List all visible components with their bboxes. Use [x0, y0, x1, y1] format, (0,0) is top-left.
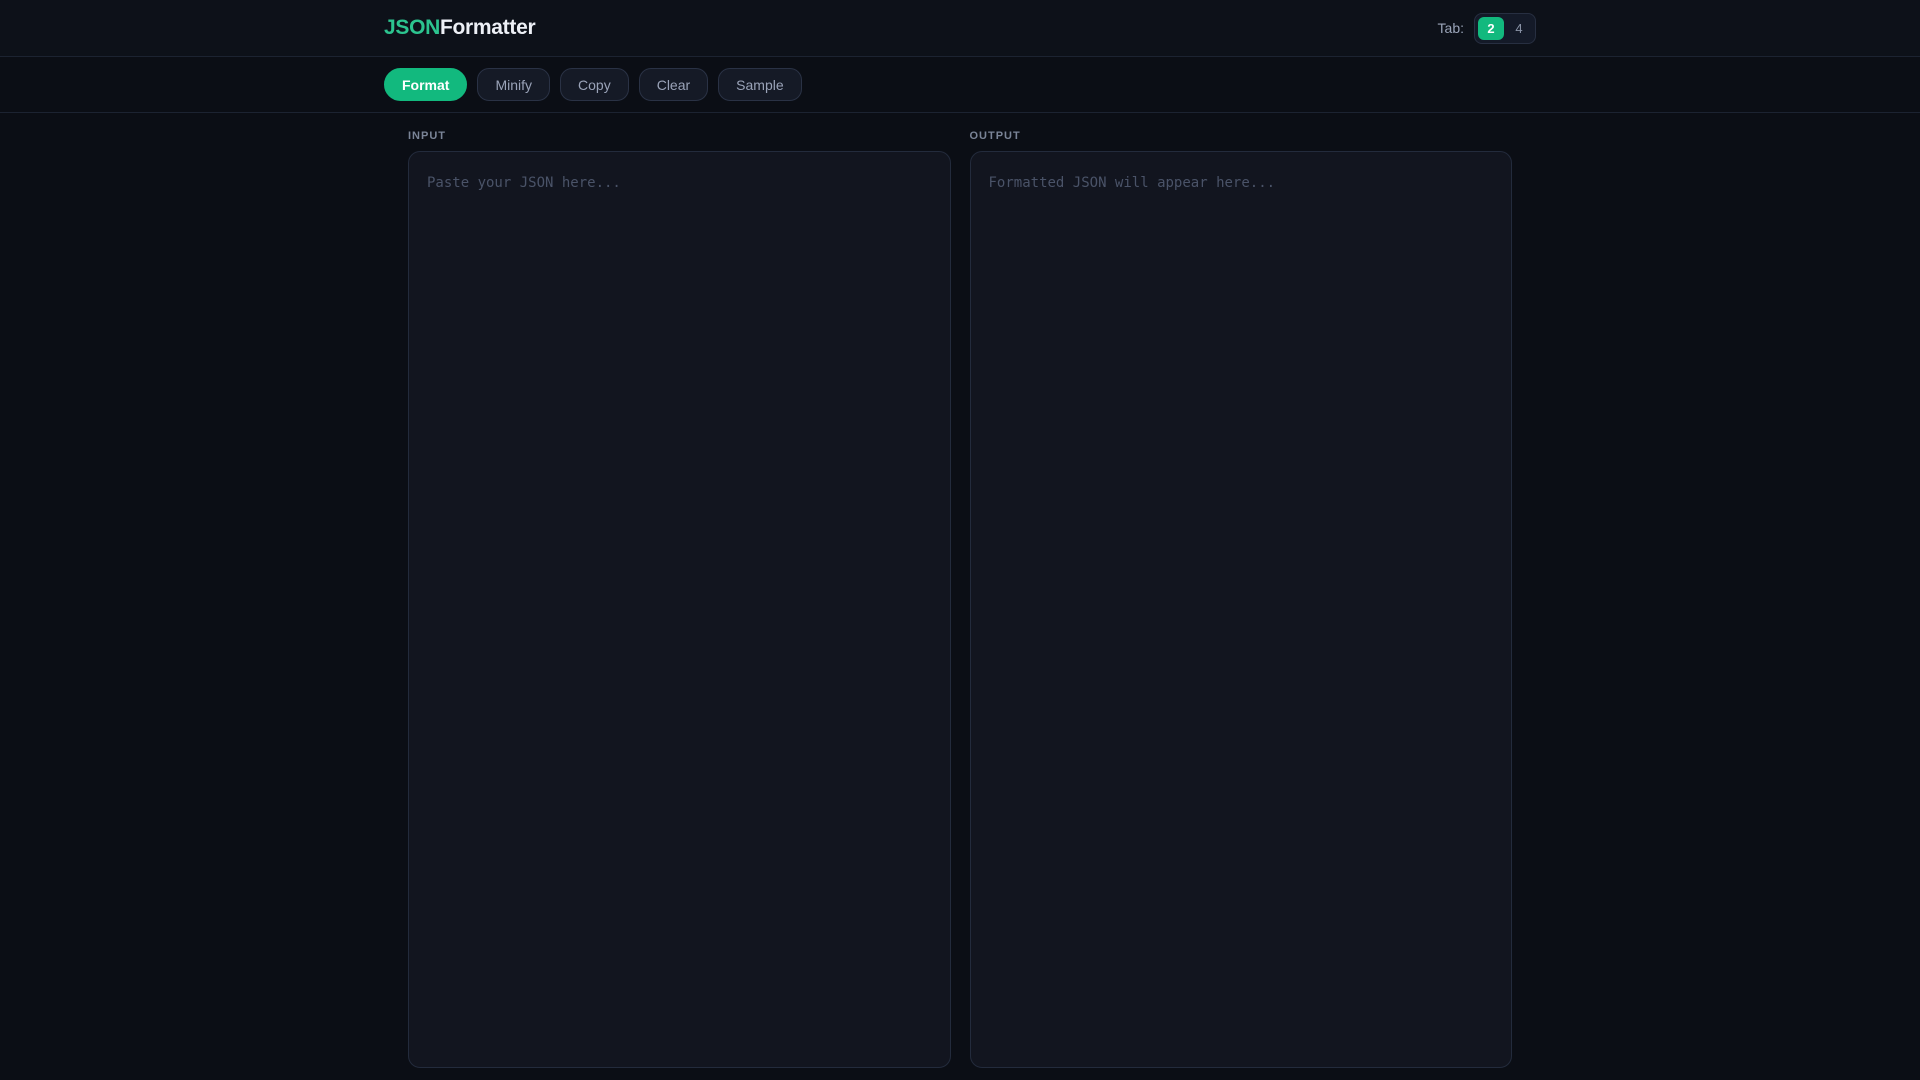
input-section: INPUT — [408, 130, 951, 1068]
tab-size-toggle-group: 2 4 — [1474, 12, 1536, 44]
json-output-area[interactable] — [969, 151, 1512, 1068]
format-button[interactable]: Format — [384, 68, 468, 101]
output-panel-title: OUTPUT — [969, 130, 1021, 142]
logo-accent-text: JSON — [384, 16, 440, 39]
tab-size-option-2[interactable]: 2 — [1478, 16, 1504, 40]
sample-button[interactable]: Sample — [718, 68, 802, 101]
app-header: JSONFormatter Tab: 2 4 — [0, 0, 1920, 57]
output-section: OUTPUT — [969, 130, 1512, 1068]
input-panel-title: INPUT — [408, 130, 446, 142]
copy-button[interactable]: Copy — [560, 68, 629, 101]
main-content: INPUT OUTPUT — [0, 130, 1920, 1068]
tab-size-control: Tab: 2 4 — [1437, 12, 1536, 44]
json-input-textarea[interactable] — [408, 151, 951, 1068]
clear-button[interactable]: Clear — [638, 68, 709, 101]
tab-size-label: Tab: — [1437, 20, 1464, 36]
app-logo: JSONFormatter — [384, 16, 536, 40]
logo-rest-text: Formatter — [440, 16, 536, 39]
minify-button[interactable]: Minify — [477, 68, 551, 101]
tab-size-option-4[interactable]: 4 — [1506, 17, 1532, 40]
toolbar: Format Minify Copy Clear Sample — [0, 57, 1920, 113]
